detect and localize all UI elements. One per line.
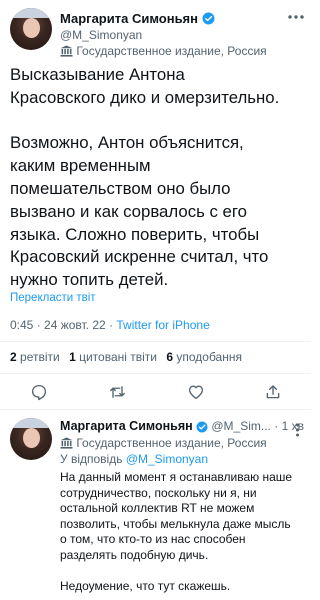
reply-text-line — [60, 563, 310, 579]
verified-badge-icon — [196, 421, 208, 433]
tweet-text-line: языка. Сложно поверить, чтобы — [10, 224, 260, 244]
tweet-stats: 2 ретвіти 1 цитовані твіти 6 уподобання — [10, 350, 242, 364]
retweets-stat[interactable]: 2 ретвіти — [10, 350, 63, 364]
tweet-text-line — [10, 110, 310, 133]
tweet-text: Высказывание Антона Красовского дико и о… — [10, 64, 310, 292]
reply-author-name[interactable]: Маргарита Симоньян — [60, 419, 193, 433]
retweets-label: ретвіти — [20, 350, 60, 364]
replying-to-prefix: У відповідь — [60, 452, 123, 466]
likes-label: уподобання — [176, 350, 242, 364]
verified-badge-icon — [202, 12, 215, 25]
retweets-count: 2 — [10, 350, 17, 364]
replying-to-handle[interactable]: @M_Simonyan — [126, 452, 208, 466]
more-icon[interactable] — [295, 423, 300, 437]
reply-text-line: Недоумение, что тут скажешь. — [60, 578, 231, 593]
reply-text-line: На данный момент я останавливаю наше — [60, 470, 293, 484]
quotes-count: 1 — [69, 350, 76, 364]
government-building-icon — [60, 437, 73, 449]
government-building-icon — [60, 45, 73, 57]
replying-to: У відповідь @M_Simonyan — [60, 452, 208, 466]
reply-author-avatar[interactable] — [10, 418, 52, 460]
reply-text-line: разделять подобную дичь. — [60, 547, 209, 562]
reply-text: На данный момент я останавливаю наше сот… — [60, 470, 310, 594]
tweet-meta: 0:45 · 24 жовт. 22 · Twitter for iPhone — [10, 318, 210, 332]
tweet-text-line: Красовского дико и омерзительно. — [10, 87, 280, 107]
tweet-text-line: Высказывание Антона — [10, 65, 185, 84]
author-avatar[interactable] — [10, 8, 52, 50]
state-media-text: Государственное издание, Россия — [76, 44, 267, 58]
heart-icon[interactable] — [187, 383, 205, 401]
divider — [0, 341, 311, 342]
quotes-stat[interactable]: 1 цитовані твіти — [69, 350, 160, 364]
share-icon[interactable] — [264, 383, 282, 401]
divider — [0, 373, 311, 374]
state-media-label: Государственное издание, Россия — [60, 44, 267, 58]
tweet-text-line: Возможно, Антон объяснится, — [10, 133, 244, 153]
reply-header-row: Маргарита Симоньян @M_Sim... · 1 хв — [60, 419, 304, 433]
reply-text-line: о том, что кто-то из нас способен — [60, 532, 246, 546]
tweet-text-line: вызвано и как сорвалось с его — [10, 201, 247, 221]
tweet-source-link[interactable]: Twitter for iPhone — [116, 318, 209, 332]
tweet-text-line: помешательством оно было — [10, 178, 231, 198]
tweet-text-line: каким временным — [10, 156, 151, 176]
state-media-text: Государственное издание, Россия — [76, 436, 267, 450]
tweet-text-line: Красовский искренне считал, что — [10, 247, 269, 267]
reply-icon[interactable] — [30, 383, 48, 401]
likes-stat[interactable]: 6 уподобання — [166, 350, 242, 364]
author-name-row: Маргарита Симоньян — [60, 10, 215, 28]
reply-state-media-label: Государственное издание, Россия — [60, 436, 267, 450]
tweet-text-line: нужно топить детей. — [10, 270, 169, 290]
author-name[interactable]: Маргарита Симоньян — [60, 11, 198, 26]
reply-text-line: позволить, чтобы мелькнула даже мысль — [60, 516, 291, 531]
reply-text-line: остальной коллектив RT не можем — [60, 501, 255, 515]
tweet-timestamp[interactable]: 0:45 · 24 жовт. 22 · — [10, 318, 113, 332]
likes-count: 6 — [166, 350, 174, 364]
translate-tweet-link[interactable]: Перекласти твіт — [10, 292, 96, 304]
reply-author-handle[interactable]: @M_Sim... — [211, 419, 271, 433]
divider — [0, 409, 311, 410]
author-handle[interactable]: @M_Simonyan — [60, 28, 142, 42]
quotes-label: цитовані твіти — [79, 350, 157, 364]
retweet-icon[interactable] — [108, 383, 127, 401]
more-icon[interactable] — [288, 14, 304, 20]
reply-text-line: сотрудничество, поскольку ни я, ни — [60, 485, 257, 500]
